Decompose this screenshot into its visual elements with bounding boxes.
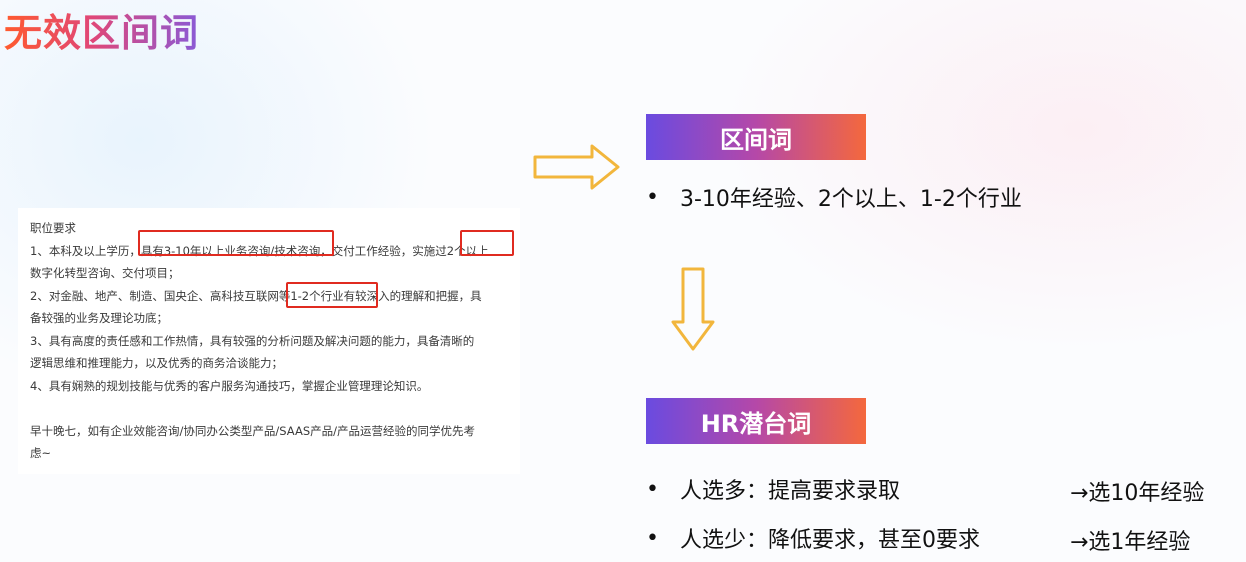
hr-subtext-tag: HR潜台词 (646, 398, 866, 444)
highlight-box-experience-years (138, 230, 334, 256)
interval-words-tag: 区间词 (646, 114, 866, 160)
bullet-dot: • (646, 476, 659, 502)
interval-words-bullet: • 3-10年经验、2个以上、1-2个行业 (646, 181, 1022, 213)
interval-words-label: 区间词 (720, 125, 792, 154)
right-arrow-icon (533, 144, 620, 190)
slide-title: 无效区间词 (4, 2, 199, 57)
highlight-box-industry-count (286, 282, 378, 308)
jd-line: 2、对金融、地产、制造、国央企、高科技互联网等1-2个行业有较深入的理解和把握，… (30, 288, 482, 303)
jd-line: 4、具有娴熟的规划技能与优秀的客户服务沟通技巧，掌握企业管理理论知识。 (30, 378, 429, 393)
interval-words-text: 3-10年经验、2个以上、1-2个行业 (680, 187, 1022, 212)
hr-bullet-text: 人选少：降低要求，甚至0要求 (680, 528, 980, 553)
jd-line: 备较强的业务及理论功底； (30, 311, 168, 325)
hr-subtext-label: HR潜台词 (700, 409, 812, 438)
jd-line: 数字化转型咨询、交付项目； (30, 266, 180, 280)
jd-line: 逻辑思维和推理能力，以及优秀的商务洽谈能力； (30, 356, 283, 370)
down-arrow-icon (671, 267, 715, 351)
jd-line: 3、具有高度的责任感和工作热情，具有较强的分析问题及解决问题的能力，具备清晰的 (30, 333, 475, 348)
job-description-screenshot: 职位要求 1、本科及以上学历，具有3-10年以上业务咨询/技术咨询，交付工作经验… (18, 208, 520, 474)
hr-bullet-few-candidates: • 人选少：降低要求，甚至0要求 (646, 522, 980, 554)
bullet-dot: • (646, 184, 659, 210)
hr-bullet-result: →选1年经验 (1070, 530, 1191, 555)
jd-blank-line (30, 397, 514, 420)
bullet-dot: • (646, 525, 659, 551)
hr-bullet-result: →选10年经验 (1070, 481, 1205, 506)
hr-bullet-many-candidates: • 人选多：提高要求录取 (646, 473, 900, 505)
jd-line: 虑~ (30, 446, 52, 460)
jd-line: 早十晚七，如有企业效能咨询/协同办公类型产品/SAAS产品/产品运营经验的同学优… (30, 423, 475, 438)
hr-bullet-text: 人选多：提高要求录取 (680, 479, 901, 504)
highlight-box-project-count (460, 230, 514, 256)
